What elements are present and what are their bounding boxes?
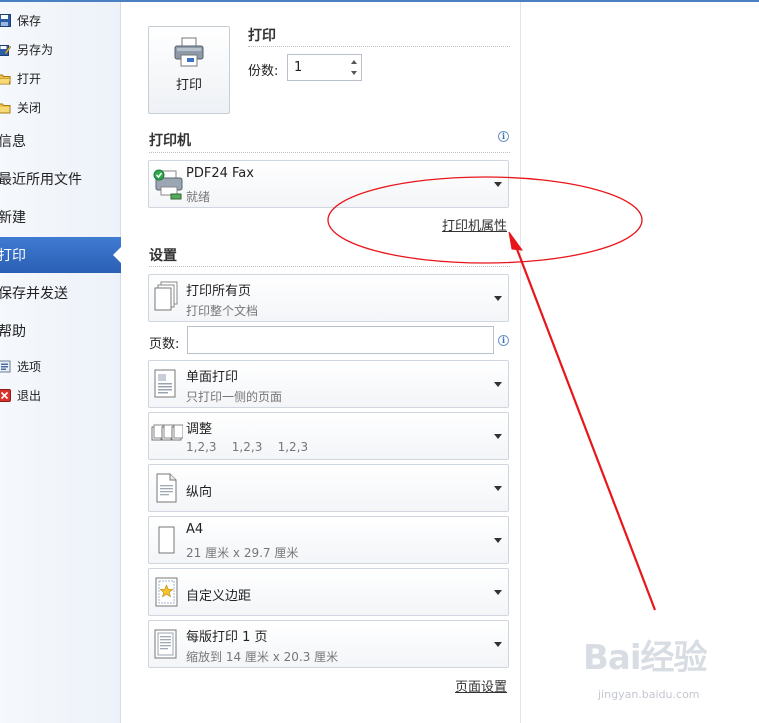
annotation-arrowhead [508, 231, 524, 251]
annotation-arrow-line [513, 243, 657, 611]
watermark-logo: Bai经验 [583, 638, 708, 678]
watermark-url: jingyan.baidu.com [598, 688, 700, 701]
annotation-overlay [327, 176, 657, 611]
highlight-ellipse [327, 176, 643, 264]
